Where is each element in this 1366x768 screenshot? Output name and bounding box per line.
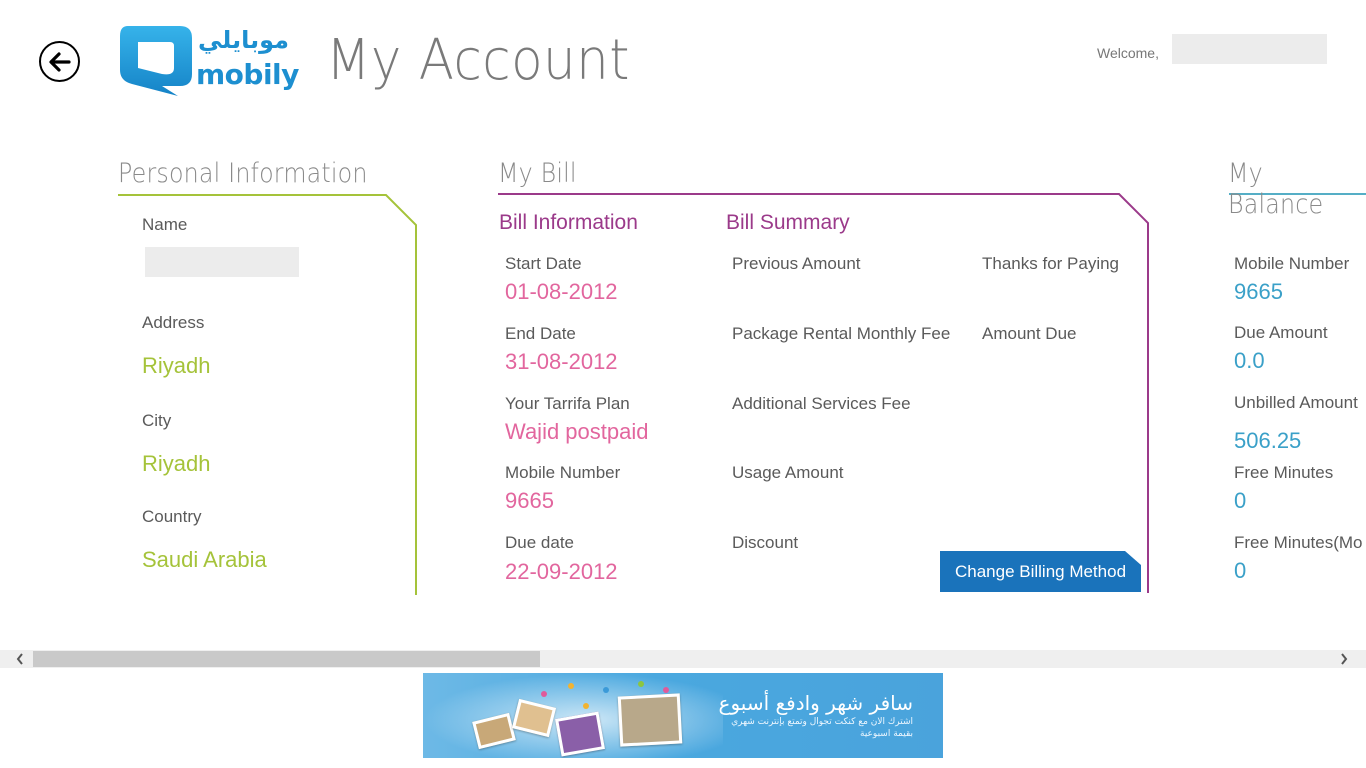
end-date-value: 31-08-2012 [505, 349, 618, 374]
free-minutes-value: 0 [1234, 488, 1247, 513]
due-date-label: Due date [505, 533, 574, 552]
change-billing-method-button[interactable]: Change Billing Method [940, 551, 1141, 592]
banner-dot [663, 687, 669, 693]
free-minutes-mobile-value: 0 [1234, 558, 1247, 583]
discount-label: Discount [732, 533, 799, 552]
banner-photo-4 [617, 693, 683, 747]
scroll-left-button[interactable] [10, 650, 30, 668]
banner-dot [583, 703, 589, 709]
scroll-right-button[interactable] [1334, 650, 1354, 668]
bill-information-title: Bill Information [499, 211, 638, 234]
promo-banner[interactable]: سافر شهر وادفع أسبوع اشترك الان مع كنكت … [423, 673, 943, 758]
address-label: Address [142, 313, 205, 332]
country-value: Saudi Arabia [142, 547, 267, 572]
banner-dot [541, 691, 547, 697]
thanks-for-paying-label: Thanks for Paying [982, 254, 1120, 273]
address-value: Riyadh [142, 353, 211, 378]
my-balance-title: My Balance [1228, 158, 1324, 220]
country-label: Country [142, 507, 202, 526]
banner-headline: سافر شهر وادفع أسبوع [718, 691, 913, 715]
amount-due-label: Amount Due [982, 324, 1077, 343]
city-label: City [142, 411, 172, 430]
bill-mobile-number-label: Mobile Number [505, 463, 621, 482]
bill-mobile-number-value: 9665 [505, 488, 554, 513]
personal-information-title: Personal Information [118, 158, 368, 189]
banner-subtext-line1: اشترك الان مع كنكت تجوال وتمتع بإنترنت ش… [731, 717, 913, 727]
due-date-value: 22-09-2012 [505, 559, 618, 584]
free-minutes-mobile-label: Free Minutes(Mo [1234, 533, 1363, 552]
start-date-label: Start Date [505, 254, 582, 273]
unbilled-amount-value: 506.25 [1234, 428, 1302, 453]
balance-mobile-number-value: 9665 [1234, 279, 1283, 304]
previous-amount-label: Previous Amount [732, 254, 861, 273]
additional-services-fee-label: Additional Services Fee [732, 394, 911, 413]
due-amount-value: 0.0 [1234, 348, 1265, 373]
tariff-plan-value: Wajid postpaid [505, 419, 649, 444]
banner-dot [638, 681, 644, 687]
free-minutes-label: Free Minutes [1234, 463, 1334, 482]
usage-amount-label: Usage Amount [732, 463, 844, 482]
banner-photo-3 [555, 711, 605, 757]
end-date-label: End Date [505, 324, 576, 343]
name-value [145, 247, 299, 277]
name-label: Name [142, 215, 188, 234]
package-rental-fee-label: Package Rental Monthly Fee [732, 324, 951, 343]
bill-summary-title: Bill Summary [726, 211, 850, 234]
banner-dot [568, 683, 574, 689]
chevron-left-icon [16, 653, 23, 665]
tariff-plan-label: Your Tarrifa Plan [505, 394, 630, 413]
my-bill-title: My Bill [498, 158, 577, 189]
due-amount-label: Due Amount [1234, 323, 1328, 342]
city-value: Riyadh [142, 451, 211, 476]
banner-subtext-line2: بقيمة اسبوعية [860, 729, 913, 739]
chevron-right-icon [1341, 653, 1348, 665]
start-date-value: 01-08-2012 [505, 279, 618, 304]
horizontal-scrollbar-thumb[interactable] [33, 651, 540, 667]
balance-mobile-number-label: Mobile Number [1234, 254, 1350, 273]
unbilled-amount-label: Unbilled Amount [1234, 393, 1358, 412]
banner-dot [603, 687, 609, 693]
